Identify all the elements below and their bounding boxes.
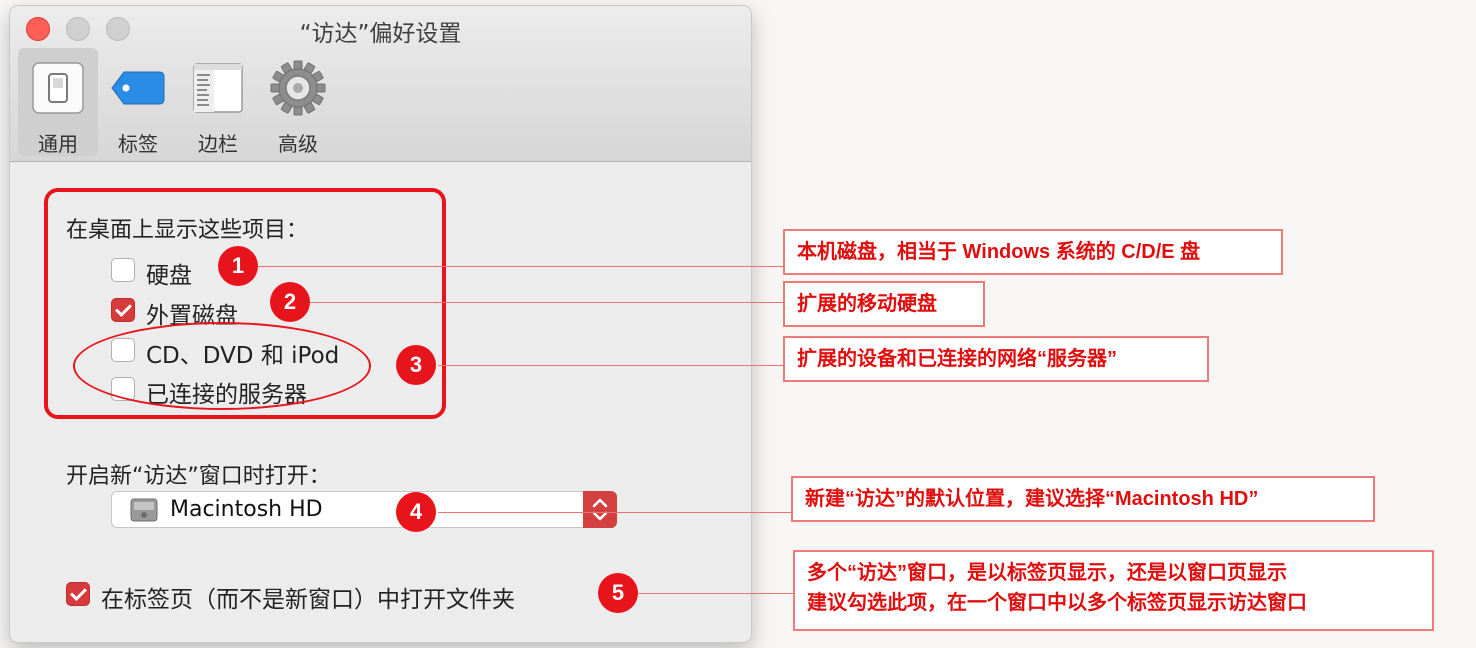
- annotation-note-3: 扩展的设备和已连接的网络“服务器”: [783, 336, 1209, 382]
- chevron-up-down-icon: [592, 498, 608, 521]
- connector-line-2: [310, 302, 783, 303]
- sidebar-icon: [193, 63, 243, 113]
- general-switch-icon: [32, 62, 84, 114]
- connector-line-3: [438, 365, 783, 366]
- hard-drive-icon: [130, 498, 158, 522]
- toolbar-general[interactable]: 通用: [18, 48, 98, 156]
- annotation-note-5-line1: 多个“访达”窗口，是以标签页显示，还是以窗口页显示: [807, 562, 1287, 584]
- tag-icon: [111, 71, 165, 105]
- toolbar-tags[interactable]: 标签: [98, 48, 178, 156]
- selected-location: Macintosh HD: [170, 497, 323, 522]
- toolbar-tags-label: 标签: [118, 132, 158, 156]
- titlebar: “访达”偏好设置 通用 标签 边栏 高级: [10, 6, 751, 162]
- annotation-note-4: 新建“访达”的默认位置，建议选择“Macintosh HD”: [791, 476, 1375, 522]
- annotation-badge-3: 3: [396, 345, 436, 385]
- new-window-label: 开启新“访达”窗口时打开：: [66, 464, 331, 489]
- connector-line-1: [258, 266, 783, 267]
- annotation-badge-2: 2: [270, 282, 310, 322]
- select-stepper[interactable]: [583, 491, 617, 528]
- annotation-note-2: 扩展的移动硬盘: [783, 281, 985, 327]
- annotation-note-1: 本机磁盘，相当于 Windows 系统的 C/D/E 盘: [783, 229, 1283, 275]
- new-window-location-select[interactable]: Macintosh HD: [111, 491, 617, 528]
- gear-icon: [270, 60, 326, 116]
- connector-line-5: [638, 593, 793, 594]
- annotation-note-5-line2: 建议勾选此项，在一个窗口中以多个标签页显示访达窗口: [807, 592, 1307, 614]
- toolbar-advanced[interactable]: 高级: [258, 48, 338, 156]
- connector-line-4: [438, 512, 791, 513]
- toolbar-sidebar[interactable]: 边栏: [178, 48, 258, 156]
- toolbar-general-label: 通用: [38, 132, 78, 156]
- annotation-badge-5: 5: [598, 573, 638, 613]
- annotation-badge-4: 4: [396, 492, 436, 532]
- open-in-tabs-label: 在标签页（而不是新窗口）中打开文件夹: [101, 587, 515, 613]
- toolbar-sidebar-label: 边栏: [198, 132, 238, 156]
- annotation-note-5: 多个“访达”窗口，是以标签页显示，还是以窗口页显示 建议勾选此项，在一个窗口中以…: [793, 550, 1434, 631]
- removable-items-ellipse: [73, 322, 371, 410]
- window-title: “访达”偏好设置: [299, 21, 462, 47]
- open-in-tabs-checkbox[interactable]: [66, 582, 90, 606]
- toolbar-advanced-label: 高级: [278, 132, 318, 156]
- annotation-badge-1: 1: [218, 246, 258, 286]
